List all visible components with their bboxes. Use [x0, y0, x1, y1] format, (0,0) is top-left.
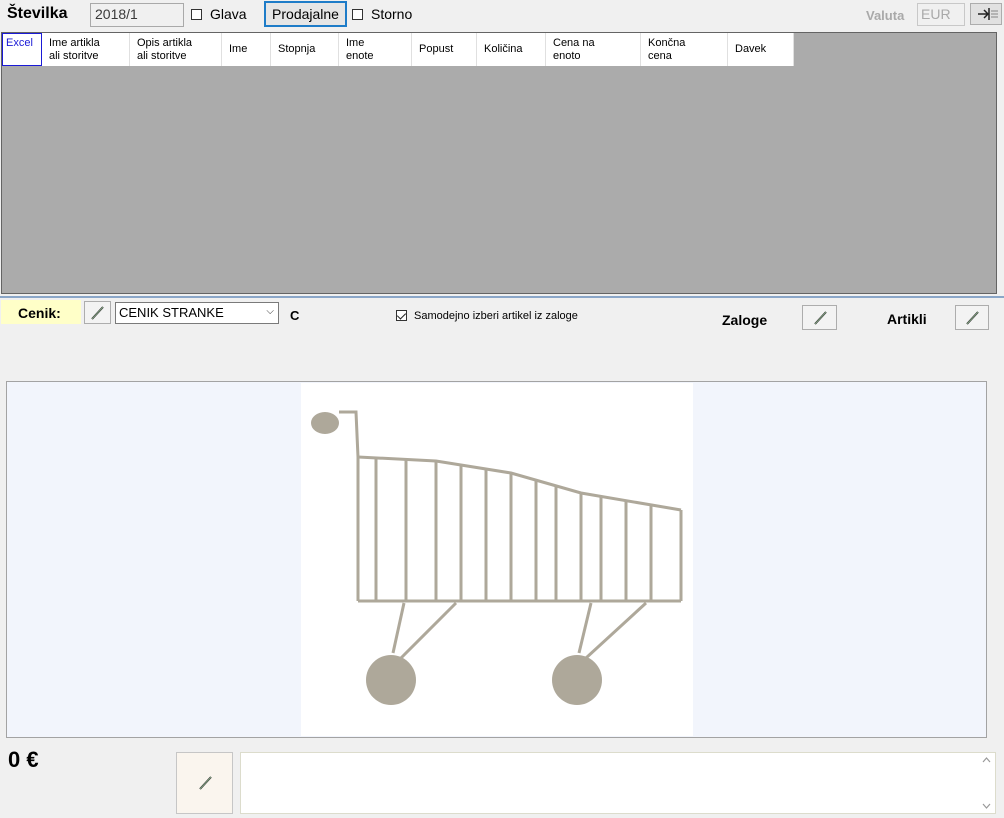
total-amount: 0 € [8, 747, 39, 772]
pencil-icon [199, 776, 212, 790]
cenik-label: Cenik: [1, 300, 81, 324]
items-grid[interactable]: Excel Ime artikla ali storitve Opis artikla… [1, 32, 997, 294]
auto-select-checkbox[interactable] [396, 310, 407, 321]
column-header[interactable]: Cena na enoto [546, 33, 641, 66]
zaloge-label: Zaloge [722, 312, 768, 328]
exit-arrow-icon [978, 8, 998, 20]
column-header[interactable]: Končna cena [641, 33, 728, 66]
zaloge-edit-button[interactable] [802, 305, 837, 330]
cart-image-area[interactable] [301, 383, 693, 736]
column-header[interactable]: Popust [412, 33, 477, 66]
prodajalne-button[interactable]: Prodajalne [264, 1, 347, 27]
column-header[interactable]: Količina [477, 33, 546, 66]
column-header[interactable]: Ime enote [339, 33, 412, 66]
auto-select-label: Samodejno izberi artikel iz zaloge [414, 310, 578, 322]
memo-textarea[interactable] [240, 752, 996, 814]
artikli-label: Artikli [887, 311, 927, 327]
column-header[interactable]: Ime artikla ali storitve [42, 33, 130, 66]
storno-checkbox[interactable] [352, 9, 363, 20]
cenik-select-value: CENIK STRANKE [119, 305, 224, 320]
splitter[interactable] [0, 296, 1004, 298]
chevron-down-icon: ⌵ [266, 306, 274, 317]
pencil-icon [91, 306, 104, 320]
memo-edit-button[interactable] [176, 752, 233, 814]
scroll-arrows-icon [982, 757, 991, 809]
memo-scrollbar[interactable] [978, 753, 995, 813]
storno-label: Storno [371, 6, 413, 22]
glava-checkbox[interactable] [191, 9, 202, 20]
column-header[interactable]: Ime [222, 33, 271, 66]
glava-label: Glava [210, 6, 247, 22]
excel-button[interactable]: Excel [2, 33, 42, 66]
valuta-label: Valuta [866, 8, 905, 23]
cenik-edit-button[interactable] [84, 301, 111, 324]
cenik-select[interactable]: CENIK STRANKE ⌵ [115, 302, 279, 324]
valuta-input[interactable]: EUR [917, 3, 965, 26]
column-header[interactable]: Stopnja [271, 33, 339, 66]
shopping-cart-icon [311, 410, 683, 705]
grid-header: Excel Ime artikla ali storitve Opis artikla… [2, 33, 794, 66]
pencil-icon [966, 311, 979, 325]
stevilka-label: Številka [7, 5, 68, 22]
cenik-code: C [290, 308, 300, 323]
exit-button[interactable] [970, 3, 1002, 25]
artikli-edit-button[interactable] [955, 305, 989, 330]
column-header[interactable]: Davek [728, 33, 794, 66]
number-input[interactable]: 2018/1 [90, 3, 184, 27]
column-header[interactable]: Opis artikla ali storitve [130, 33, 222, 66]
pencil-icon [814, 311, 827, 325]
